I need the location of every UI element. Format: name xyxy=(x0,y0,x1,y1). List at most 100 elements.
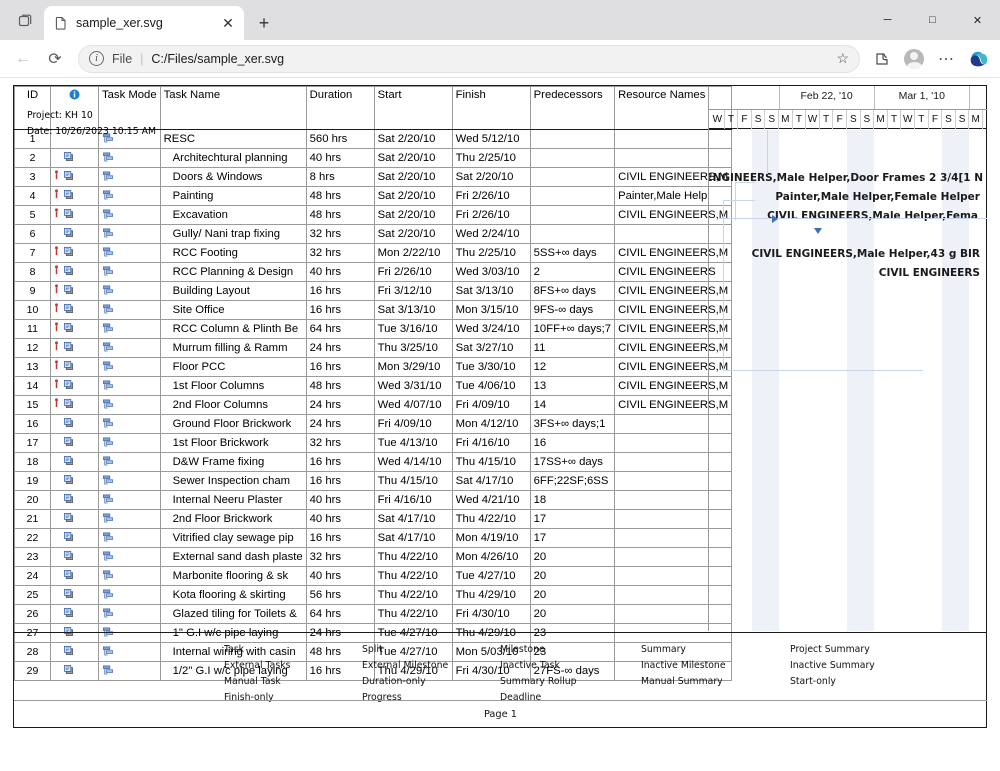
task-mode-icon[interactable] xyxy=(102,436,157,451)
constraint-icon[interactable] xyxy=(54,341,59,355)
constraint-icon[interactable] xyxy=(54,360,59,374)
notes-icon[interactable] xyxy=(63,417,74,431)
gantt-chart[interactable]: Feb 22, '10Mar 1, '10Mar 8, '10 WTFSSMTW… xyxy=(708,86,987,631)
task-mode-icon[interactable] xyxy=(102,512,157,527)
col-header-duration[interactable]: Duration xyxy=(306,87,374,130)
task-mode-icon[interactable] xyxy=(102,170,157,185)
copilot-icon[interactable] xyxy=(964,45,992,73)
notes-icon[interactable] xyxy=(63,284,74,298)
notes-icon[interactable] xyxy=(63,550,74,564)
notes-icon[interactable] xyxy=(63,227,74,241)
address-bar[interactable]: i File | C:/Files/sample_xer.svg ☆ xyxy=(78,45,860,73)
notes-icon[interactable] xyxy=(63,531,74,545)
table-row[interactable]: 10Site Office16 hrsSat 3/13/10Mon 3/15/1… xyxy=(15,301,732,320)
constraint-icon[interactable] xyxy=(54,284,59,298)
minimize-button[interactable]: ─ xyxy=(865,4,910,36)
constraint-icon[interactable] xyxy=(54,170,59,184)
task-mode-icon[interactable] xyxy=(102,322,157,337)
table-row[interactable]: 16Ground Floor Brickwork24 hrsFri 4/09/1… xyxy=(15,415,732,434)
notes-icon[interactable] xyxy=(63,151,74,165)
notes-icon[interactable] xyxy=(63,398,74,412)
profile-avatar[interactable] xyxy=(900,45,928,73)
table-row[interactable]: 22Vitrified clay sewage pip16 hrsSat 4/1… xyxy=(15,529,732,548)
notes-icon[interactable] xyxy=(63,303,74,317)
task-mode-icon[interactable] xyxy=(102,588,157,603)
task-mode-icon[interactable] xyxy=(102,246,157,261)
table-row[interactable]: 2Architechtural planning40 hrsSat 2/20/1… xyxy=(15,149,732,168)
task-mode-icon[interactable] xyxy=(102,208,157,223)
table-row[interactable]: 12Murrum filling & Ramm24 hrsThu 3/25/10… xyxy=(15,339,732,358)
notes-icon[interactable] xyxy=(63,455,74,469)
constraint-icon[interactable] xyxy=(54,322,59,336)
task-mode-icon[interactable] xyxy=(102,227,157,242)
constraint-icon[interactable] xyxy=(54,246,59,260)
constraint-icon[interactable] xyxy=(54,398,59,412)
more-options-icon[interactable]: ⋯ xyxy=(932,45,960,73)
table-row[interactable]: 5Excavation48 hrsSat 2/20/10Fri 2/26/10C… xyxy=(15,206,732,225)
collections-icon[interactable] xyxy=(868,45,896,73)
task-mode-icon[interactable] xyxy=(102,493,157,508)
table-row[interactable]: 20Internal Neeru Plaster40 hrsFri 4/16/1… xyxy=(15,491,732,510)
notes-icon[interactable] xyxy=(63,379,74,393)
notes-icon[interactable] xyxy=(63,170,74,184)
notes-icon[interactable] xyxy=(63,246,74,260)
notes-icon[interactable] xyxy=(63,607,74,621)
notes-icon[interactable] xyxy=(63,493,74,507)
table-row[interactable]: 23External sand dash plaste32 hrsThu 4/2… xyxy=(15,548,732,567)
notes-icon[interactable] xyxy=(63,360,74,374)
notes-icon[interactable] xyxy=(63,341,74,355)
task-mode-icon[interactable] xyxy=(102,341,157,356)
tab-actions-icon[interactable] xyxy=(6,2,44,40)
table-row[interactable]: 152nd Floor Columns24 hrsWed 4/07/10Fri … xyxy=(15,396,732,415)
notes-icon[interactable] xyxy=(63,436,74,450)
table-row[interactable]: 19Sewer Inspection cham16 hrsThu 4/15/10… xyxy=(15,472,732,491)
col-header-start[interactable]: Start xyxy=(374,87,452,130)
notes-icon[interactable] xyxy=(63,588,74,602)
col-header-task-name[interactable]: Task Name xyxy=(160,87,306,130)
notes-icon[interactable] xyxy=(63,189,74,203)
new-tab-button[interactable]: + xyxy=(250,9,278,37)
notes-icon[interactable] xyxy=(63,208,74,222)
browser-tab[interactable]: sample_xer.svg ✕ xyxy=(44,6,244,40)
task-mode-icon[interactable] xyxy=(102,531,157,546)
constraint-icon[interactable] xyxy=(54,208,59,222)
table-row[interactable]: 3Doors & Windows8 hrsSat 2/20/10Sat 2/20… xyxy=(15,168,732,187)
task-mode-icon[interactable] xyxy=(102,417,157,432)
table-row[interactable]: 171st Floor Brickwork32 hrsTue 4/13/10Fr… xyxy=(15,434,732,453)
back-icon[interactable]: ← xyxy=(8,44,38,74)
constraint-icon[interactable] xyxy=(54,265,59,279)
task-mode-icon[interactable] xyxy=(102,265,157,280)
table-row[interactable]: 141st Floor Columns48 hrsWed 3/31/10Tue … xyxy=(15,377,732,396)
reload-icon[interactable]: ⟳ xyxy=(40,44,70,74)
task-mode-icon[interactable] xyxy=(102,550,157,565)
table-row[interactable]: 25Kota flooring & skirting56 hrsThu 4/22… xyxy=(15,586,732,605)
task-mode-icon[interactable] xyxy=(102,455,157,470)
table-row[interactable]: 8RCC Planning & Design40 hrsFri 2/26/10W… xyxy=(15,263,732,282)
notes-icon[interactable] xyxy=(63,512,74,526)
constraint-icon[interactable] xyxy=(54,379,59,393)
notes-icon[interactable] xyxy=(63,569,74,583)
task-mode-icon[interactable] xyxy=(102,398,157,413)
task-mode-icon[interactable] xyxy=(102,360,157,375)
constraint-icon[interactable] xyxy=(54,303,59,317)
task-mode-icon[interactable] xyxy=(102,189,157,204)
task-mode-icon[interactable] xyxy=(102,303,157,318)
constraint-icon[interactable] xyxy=(54,189,59,203)
url-text[interactable]: C:/Files/sample_xer.svg xyxy=(151,52,284,66)
col-header-finish[interactable]: Finish xyxy=(452,87,530,130)
task-mode-icon[interactable] xyxy=(102,474,157,489)
notes-icon[interactable] xyxy=(63,322,74,336)
notes-icon[interactable] xyxy=(63,265,74,279)
table-row[interactable]: 7RCC Footing32 hrsMon 2/22/10Thu 2/25/10… xyxy=(15,244,732,263)
favorite-icon[interactable]: ☆ xyxy=(836,50,849,67)
col-header-predecessors[interactable]: Predecessors xyxy=(530,87,614,130)
notes-icon[interactable] xyxy=(63,474,74,488)
close-icon[interactable]: ✕ xyxy=(218,13,238,33)
task-mode-icon[interactable] xyxy=(102,569,157,584)
task-mode-icon[interactable] xyxy=(102,607,157,622)
task-mode-icon[interactable] xyxy=(102,379,157,394)
table-row[interactable]: 212nd Floor Brickwork40 hrsSat 4/17/10Th… xyxy=(15,510,732,529)
table-row[interactable]: 9Building Layout16 hrsFri 3/12/10Sat 3/1… xyxy=(15,282,732,301)
table-row[interactable]: 6Gully/ Nani trap fixing32 hrsSat 2/20/1… xyxy=(15,225,732,244)
table-row[interactable]: 11RCC Column & Plinth Be64 hrsTue 3/16/1… xyxy=(15,320,732,339)
